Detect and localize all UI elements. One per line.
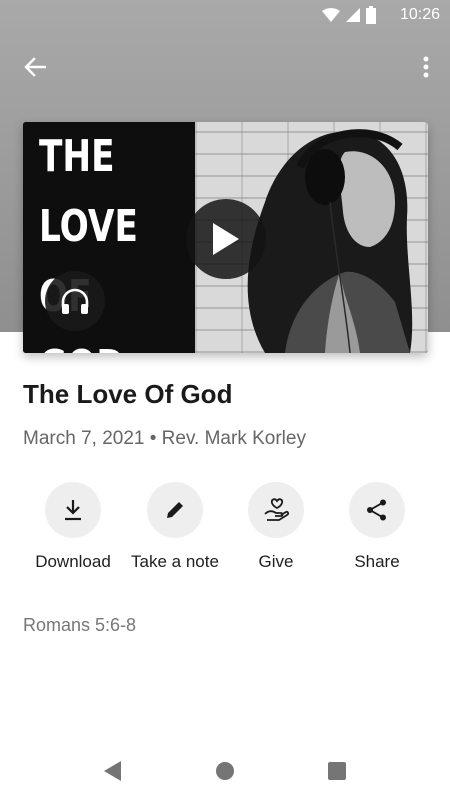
arrow-left-icon — [24, 57, 46, 77]
system-nav-bar — [0, 740, 450, 800]
status-icons — [322, 6, 376, 24]
action-row: Download Take a note Give Share — [0, 482, 450, 582]
back-button[interactable] — [18, 50, 52, 84]
share-label: Share — [354, 552, 400, 571]
share-icon — [367, 499, 386, 521]
download-label: Download — [35, 552, 111, 571]
wifi-icon — [322, 8, 340, 22]
nav-recents-button[interactable] — [324, 758, 350, 784]
signal-icon — [346, 8, 360, 22]
audio-button[interactable] — [45, 271, 105, 331]
more-options-button[interactable] — [414, 50, 438, 84]
sermon-title: The Love Of God — [23, 379, 233, 409]
download-button[interactable]: Download — [18, 482, 128, 572]
take-a-note-circle — [147, 482, 203, 538]
hand-heart-icon — [264, 498, 289, 521]
play-icon — [213, 223, 239, 255]
share-circle — [349, 482, 405, 538]
sermon-detail-screen: 10:26 THE LOVE OF GOD. — [0, 0, 450, 800]
battery-icon — [366, 6, 376, 24]
take-a-note-label: Take a note — [131, 552, 219, 571]
status-time: 10:26 — [399, 6, 440, 23]
app-bar — [0, 40, 450, 90]
give-button[interactable]: Give — [221, 482, 331, 572]
artwork-text-panel: THE LOVE OF GOD. — [23, 122, 195, 353]
recents-square-icon — [328, 762, 346, 780]
play-button[interactable] — [186, 199, 266, 279]
download-circle — [45, 482, 101, 538]
status-bar: 10:26 — [0, 0, 450, 30]
give-circle — [248, 482, 304, 538]
home-circle-icon — [216, 762, 234, 780]
pencil-icon — [167, 502, 183, 518]
back-triangle-icon — [104, 761, 121, 781]
share-button[interactable]: Share — [322, 482, 432, 572]
download-icon — [65, 500, 81, 521]
headphones-icon — [61, 288, 89, 314]
more-vert-icon — [423, 56, 429, 78]
sermon-meta: March 7, 2021 • Rev. Mark Korley — [23, 428, 306, 449]
nav-back-button[interactable] — [99, 758, 125, 784]
give-label: Give — [258, 552, 294, 571]
nav-home-button[interactable] — [212, 758, 238, 784]
scripture-reference: Romans 5:6-8 — [23, 615, 137, 635]
take-a-note-button[interactable]: Take a note — [120, 482, 230, 572]
